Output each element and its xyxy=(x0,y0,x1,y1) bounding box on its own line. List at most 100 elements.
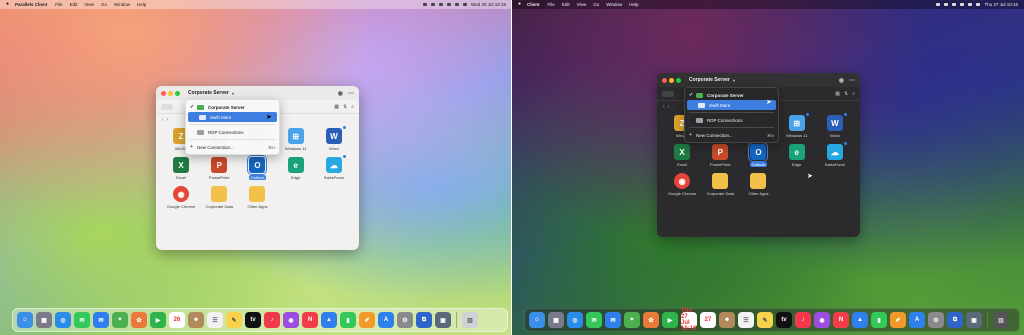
search-field[interactable] xyxy=(161,103,173,110)
contacts-icon[interactable]: ☻ xyxy=(188,312,204,328)
apple-icon[interactable]: ● xyxy=(518,0,521,9)
reminders-icon[interactable]: ☰ xyxy=(738,312,754,328)
app-tile-outlook[interactable]: O Outlook xyxy=(238,155,276,180)
menu-item-rdp-connections[interactable]: RDP Connections xyxy=(186,127,279,137)
close-button[interactable] xyxy=(662,77,667,83)
menu-view[interactable]: View xyxy=(577,0,587,9)
keynote-icon[interactable]: ▲ xyxy=(852,312,868,328)
forward-icon[interactable]: › xyxy=(667,104,669,110)
app-tile-google-chrome[interactable]: ◉ Google Chrome xyxy=(663,173,701,196)
messages-icon[interactable]: ✉ xyxy=(586,312,602,328)
menu-item-new-connection[interactable]: + New Connection... ⌘N xyxy=(186,142,279,152)
calendar-icon[interactable]: 26 xyxy=(169,312,185,328)
safari-icon[interactable]: ◎ xyxy=(55,312,71,328)
back-icon[interactable]: ‹ xyxy=(162,117,164,123)
pages-icon[interactable]: ✐ xyxy=(359,312,375,328)
app-tile-salesforce[interactable]: ☁ SalesForce xyxy=(816,142,854,167)
app-tile-salesforce[interactable]: ☁ SalesForce xyxy=(315,155,353,180)
app-tile-other-apps[interactable]: Other Apps xyxy=(739,173,777,196)
appstore-icon[interactable]: A xyxy=(909,312,925,328)
parallels-client-icon[interactable]: ⧉ xyxy=(416,312,432,328)
menu-window[interactable]: Window xyxy=(114,0,130,9)
more-icon[interactable]: ⋯ xyxy=(348,90,354,97)
menu-file[interactable]: File xyxy=(548,0,555,9)
finder-icon[interactable]: ☺ xyxy=(529,312,545,328)
account-icon[interactable]: ◉ xyxy=(839,77,844,84)
finder-icon[interactable]: ☺ xyxy=(17,312,33,328)
menu-item-swift-mare[interactable]: Swift Mare xyxy=(188,112,277,122)
chevron-down-icon[interactable]: ▾ xyxy=(733,78,735,83)
minimize-button[interactable] xyxy=(168,90,173,96)
app-tile-powerpoint[interactable]: P PowerPoint xyxy=(200,157,238,180)
app-tile-other-apps[interactable]: Other Apps xyxy=(238,186,276,209)
settings-icon[interactable]: ⚙ xyxy=(397,312,413,328)
menu-go[interactable]: Go xyxy=(101,0,107,9)
preview-icon[interactable]: ▣ xyxy=(435,312,451,328)
appstore-icon[interactable]: A xyxy=(378,312,394,328)
app-tile-outlook[interactable]: O Outlook xyxy=(739,142,777,167)
mail-icon[interactable]: ✉ xyxy=(93,312,109,328)
app-tile-corporate-data[interactable]: Corporate Data xyxy=(701,173,739,196)
launchpad-icon[interactable]: ▦ xyxy=(36,312,52,328)
news-icon[interactable]: N xyxy=(833,312,849,328)
window-title[interactable]: Corporate Server xyxy=(188,90,229,96)
pages-icon[interactable]: ✐ xyxy=(890,312,906,328)
search-icon[interactable] xyxy=(968,3,973,6)
sort-icon[interactable]: ⇅ xyxy=(844,91,848,97)
facetime-icon[interactable]: ▶ xyxy=(662,312,678,328)
notes-icon[interactable]: ✎ xyxy=(757,312,773,328)
app-tile-word[interactable]: W Word xyxy=(816,113,854,138)
numbers-icon[interactable]: ▮ xyxy=(340,312,356,328)
music-icon[interactable]: ♪ xyxy=(264,312,280,328)
search-icon[interactable]: ⌕ xyxy=(351,104,354,110)
launchpad-icon[interactable]: ▦ xyxy=(548,312,564,328)
search-icon[interactable]: ⌕ xyxy=(852,91,855,97)
facetime-icon[interactable]: ▶ xyxy=(150,312,166,328)
news-icon[interactable]: N xyxy=(302,312,318,328)
menu-item-swift-mare[interactable]: Swift Mare xyxy=(687,100,776,110)
control-center-icon[interactable] xyxy=(976,3,981,6)
menu-clock[interactable]: Wed 26 Jul 18:15 xyxy=(471,0,506,9)
menu-item-corporate-server[interactable]: ✓ Corporate Server xyxy=(186,102,279,112)
menu-help[interactable]: Help xyxy=(137,0,146,9)
search-field[interactable] xyxy=(662,90,674,97)
app-tile-windows-11[interactable]: ⊞ Windows 11 xyxy=(778,113,816,138)
mail-icon[interactable]: ✉ xyxy=(605,312,621,328)
podcasts-icon[interactable]: ◉ xyxy=(814,312,830,328)
status-icon[interactable] xyxy=(944,3,949,6)
tv-icon[interactable]: tv xyxy=(776,312,792,328)
reminders-icon[interactable]: ☰ xyxy=(207,312,223,328)
messages-icon[interactable]: ✉ xyxy=(74,312,90,328)
battery-icon[interactable] xyxy=(447,3,452,6)
parallels-client-icon[interactable]: ⧉ xyxy=(947,312,963,328)
wifi-icon[interactable] xyxy=(952,3,957,6)
more-icon[interactable]: ⋯ xyxy=(849,77,855,84)
status-icon[interactable] xyxy=(431,3,436,6)
app-tile-edge[interactable]: e Edge xyxy=(778,144,816,167)
app-tile-powerpoint[interactable]: P PowerPoint xyxy=(701,144,739,167)
close-button[interactable] xyxy=(161,90,166,96)
sort-icon[interactable]: ⇅ xyxy=(343,104,347,110)
minimize-button[interactable] xyxy=(669,77,674,83)
photos-icon[interactable]: ✿ xyxy=(643,312,659,328)
maps-icon[interactable]: ⌖ xyxy=(112,312,128,328)
menu-app-name[interactable]: Client xyxy=(527,0,540,9)
grid-view-icon[interactable]: ▦ xyxy=(334,104,339,110)
app-tile-corporate-data[interactable]: Corporate Data xyxy=(200,186,238,209)
menu-window[interactable]: Window xyxy=(606,0,622,9)
calendar-icon[interactable]: 27 xyxy=(700,312,716,328)
chevron-down-icon[interactable]: ▾ xyxy=(232,91,234,96)
grid-view-icon[interactable]: ▦ xyxy=(835,91,840,97)
menu-help[interactable]: Help xyxy=(629,0,638,9)
preview-icon[interactable]: ▣ xyxy=(966,312,982,328)
menu-view[interactable]: View xyxy=(84,0,94,9)
zoom-button[interactable] xyxy=(175,90,180,96)
apple-icon[interactable]: ● xyxy=(6,0,9,9)
app-tile-google-chrome[interactable]: ◉ Google Chrome xyxy=(162,186,200,209)
control-center-icon[interactable] xyxy=(463,3,468,6)
forward-icon[interactable]: › xyxy=(166,117,168,123)
calendar-icon[interactable]: Thu 27 Jul 10:16 xyxy=(681,308,697,332)
settings-icon[interactable]: ⚙ xyxy=(928,312,944,328)
notes-icon[interactable]: ✎ xyxy=(226,312,242,328)
back-icon[interactable]: ‹ xyxy=(663,104,665,110)
